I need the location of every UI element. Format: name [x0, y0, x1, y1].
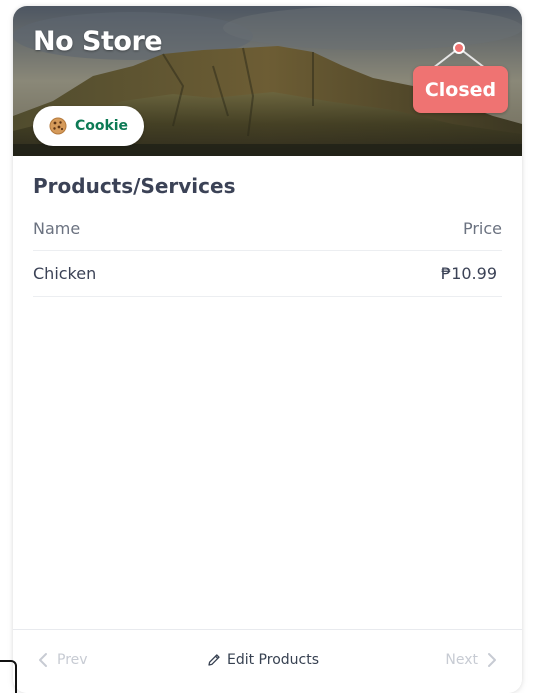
product-name: Chicken — [33, 264, 97, 283]
adjacent-card-edge — [0, 660, 17, 693]
edit-products-button[interactable]: Edit Products — [207, 652, 319, 668]
store-card: No Store Closed Cookie Products/Services… — [13, 6, 522, 693]
card-footer: Prev Edit Products Next — [13, 629, 522, 693]
edit-products-label: Edit Products — [227, 652, 320, 668]
category-chip[interactable]: Cookie — [33, 106, 144, 146]
next-label: Next — [445, 652, 478, 668]
product-price: ₱10.99 — [441, 264, 497, 283]
store-name: No Store — [33, 26, 163, 57]
chevron-right-icon — [488, 653, 496, 667]
products-section-title: Products/Services — [33, 174, 236, 198]
column-header-price: Price — [462, 219, 502, 238]
table-header: Name Price — [33, 219, 502, 251]
column-header-name: Name — [33, 219, 81, 238]
category-label: Cookie — [74, 118, 129, 134]
pencil-icon — [208, 654, 220, 666]
store-header-image: No Store Closed Cookie — [13, 6, 522, 156]
prev-label: Prev — [57, 652, 88, 668]
next-button[interactable]: Next — [445, 652, 498, 668]
page: No Store Closed Cookie Products/Services… — [0, 0, 547, 693]
status-badge: Closed — [413, 66, 508, 113]
cookie-icon — [49, 117, 67, 135]
table-row[interactable]: Chicken ₱10.99 — [33, 251, 502, 297]
products-table: Name Price Chicken ₱10.99 — [33, 219, 502, 297]
chevron-left-icon — [39, 653, 47, 667]
prev-button[interactable]: Prev — [37, 652, 88, 668]
